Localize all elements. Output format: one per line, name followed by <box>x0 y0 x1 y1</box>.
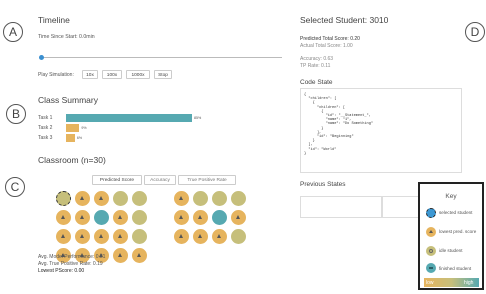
warning-icon <box>137 253 141 257</box>
warning-icon <box>61 234 65 238</box>
task-label: Task 3 <box>38 135 53 141</box>
section-b-marker: B <box>6 104 26 124</box>
student-dot[interactable] <box>132 229 147 244</box>
section-a-marker: A <box>3 22 23 42</box>
key-item-selected: selected student <box>439 210 473 215</box>
speed-100x-button[interactable]: 100x <box>102 70 122 79</box>
classroom-title: Classroom (n=30) <box>38 155 106 165</box>
stop-button[interactable]: Stop <box>154 70 172 79</box>
task-value: 6% <box>76 136 83 140</box>
task-label: Task 1 <box>38 115 53 121</box>
time-since-start: Time Since Start: 0.0min <box>38 34 95 40</box>
tab-accuracy[interactable]: Accuracy <box>144 175 176 185</box>
warning-icon <box>80 196 84 200</box>
avg-true-positive-rate: Avg. True Positive Rate: 0.19 <box>38 261 103 267</box>
task-progress-bar <box>66 114 192 122</box>
speed-1000x-button[interactable]: 1000x <box>126 70 150 79</box>
key-legend: Key selected student lowest pred. score … <box>418 182 484 290</box>
avg-model-performance: Avg. Model Performance: 0.81 <box>38 254 106 260</box>
section-d-marker: D <box>465 22 485 42</box>
warning-icon <box>217 234 221 238</box>
timeline-slider-track[interactable] <box>42 57 282 58</box>
warning-icon <box>198 234 202 238</box>
actual-total-score: Actual Total Score: 1.00 <box>300 43 353 49</box>
student-dot[interactable] <box>132 191 147 206</box>
student-dot[interactable] <box>94 210 109 225</box>
task-label: Task 2 <box>38 125 53 131</box>
gradient-low-label: low <box>426 280 434 286</box>
finished-icon <box>429 267 433 269</box>
warning-icon <box>118 234 122 238</box>
previous-state-card[interactable] <box>300 196 382 218</box>
student-dot[interactable] <box>231 229 246 244</box>
selected-student-swatch <box>426 208 436 218</box>
code-state-title: Code State <box>300 79 333 86</box>
warning-icon <box>118 215 122 219</box>
warning-icon <box>99 234 103 238</box>
key-title: Key <box>445 193 457 200</box>
warning-icon <box>179 234 183 238</box>
task-value: 85% <box>193 116 202 120</box>
speed-10x-button[interactable]: 10x <box>82 70 98 79</box>
student-dot[interactable] <box>212 191 227 206</box>
warning-icon <box>179 215 183 219</box>
warning-icon <box>118 253 122 257</box>
student-dot[interactable] <box>193 191 208 206</box>
key-item-idle: idle student <box>439 248 463 253</box>
warning-icon <box>80 215 84 219</box>
warning-icon <box>236 215 240 219</box>
previous-states-title: Previous States <box>300 181 346 188</box>
accuracy-value: Accuracy: 0.63 <box>300 56 334 62</box>
task-progress-bar <box>66 124 80 132</box>
student-dot[interactable] <box>113 191 128 206</box>
selected-student-title: Selected Student: 3010 <box>300 15 389 25</box>
task-progress-bar <box>66 134 75 142</box>
play-simulation-label: Play Simulation: <box>38 72 74 78</box>
idle-icon <box>429 249 433 253</box>
timeline-title: Timeline <box>38 15 70 25</box>
task-value: 9% <box>81 126 87 130</box>
student-dot[interactable] <box>132 210 147 225</box>
previous-state-card[interactable] <box>382 196 420 218</box>
warning-icon <box>61 215 65 219</box>
section-c-marker: C <box>5 177 25 197</box>
warning-icon <box>198 215 202 219</box>
key-item-lowest: lowest pred. score <box>439 229 477 234</box>
selected-student-dot[interactable] <box>56 191 71 206</box>
code-state-text: { "children": [ { "children": [ { "id": … <box>304 93 374 156</box>
lowest-pscore: Lowest PScore: 0.00 <box>38 268 85 274</box>
student-dot[interactable] <box>212 210 227 225</box>
tp-rate-value: TP Rate: 0.11 <box>300 63 331 69</box>
warning-icon <box>80 234 84 238</box>
student-dot[interactable] <box>231 191 246 206</box>
key-item-finished: finished student <box>439 266 472 271</box>
tab-predicted-score[interactable]: Predicted Score <box>92 175 142 185</box>
gradient-high-label: high <box>464 280 474 286</box>
timeline-slider-handle[interactable] <box>39 55 44 60</box>
class-summary-title: Class Summary <box>38 95 98 105</box>
warning-icon <box>99 196 103 200</box>
predicted-total-score: Predicted Total Score: 0.20 <box>300 36 360 42</box>
tab-true-positive-rate[interactable]: True Positive Rate <box>178 175 236 185</box>
warning-icon <box>429 230 433 233</box>
warning-icon <box>179 196 183 200</box>
code-state-panel: { "children": [ { "children": [ { "id": … <box>300 88 462 173</box>
